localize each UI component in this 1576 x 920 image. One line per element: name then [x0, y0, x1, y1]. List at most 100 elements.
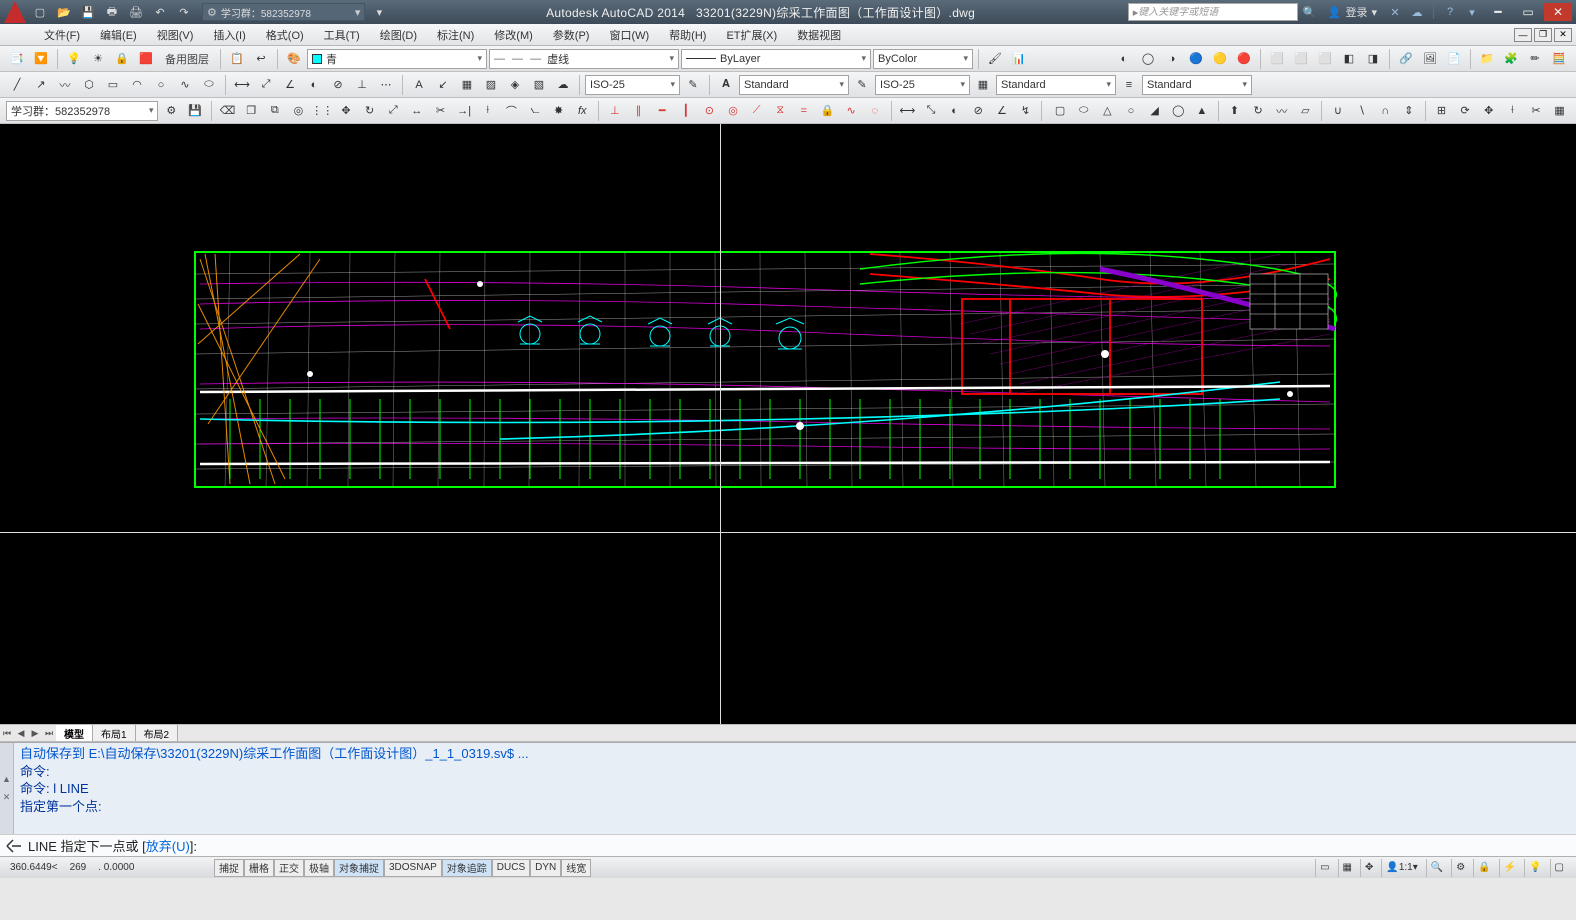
hw-accel-icon[interactable]: ⚡	[1499, 859, 1520, 877]
solid-sphere-icon[interactable]: ○	[1120, 100, 1142, 122]
cmd-close-icon[interactable]: ✕	[3, 792, 11, 803]
wireframe-icon[interactable]: ◯	[1137, 48, 1159, 70]
tab-prev-icon[interactable]: ◀	[14, 726, 28, 740]
dimstyle-edit-icon[interactable]: ✎	[682, 74, 704, 96]
region-icon[interactable]: ◈	[504, 74, 526, 96]
chamfer-icon[interactable]: ⦦	[524, 100, 546, 122]
3dmove-icon[interactable]: ✥	[1478, 100, 1500, 122]
solid-torus-icon[interactable]: ◯	[1167, 100, 1189, 122]
dc-convert-icon[interactable]: ↯	[1015, 100, 1037, 122]
workspace-combo[interactable]: 学习群：582352978▾	[6, 101, 158, 121]
mleader-combo[interactable]: ISO-25▾	[875, 75, 970, 95]
hatch-icon[interactable]: ▨	[480, 74, 502, 96]
anno-scale[interactable]: 👤 1:1 ▾	[1381, 859, 1421, 877]
sheet-icon[interactable]: 📁	[1476, 48, 1498, 70]
dimcont-icon[interactable]: ⋯	[375, 74, 397, 96]
mlstyle-combo[interactable]: Standard▾	[1142, 75, 1252, 95]
explode-icon[interactable]: ✸	[548, 100, 570, 122]
cmd-scroll-up-icon[interactable]: ▲	[2, 774, 11, 784]
clean-screen-icon[interactable]: ▢	[1550, 859, 1568, 877]
a360-icon[interactable]: ☁	[1407, 3, 1427, 21]
realistic-icon[interactable]: 🔵	[1185, 48, 1207, 70]
tab-layout1[interactable]: 布局1	[93, 725, 136, 741]
shade-icon[interactable]: ◐	[1113, 48, 1135, 70]
tab-layout2[interactable]: 布局2	[136, 725, 179, 741]
layer-prev-icon[interactable]: ↩	[250, 48, 272, 70]
qat-workspace-combo[interactable]: ⚙ ▾	[202, 3, 365, 21]
quickcalc-icon[interactable]: 🧮	[1548, 48, 1570, 70]
hidden-icon[interactable]: ◑	[1161, 48, 1183, 70]
toggle-ducs[interactable]: DUCS	[492, 859, 530, 877]
gc-tangent-icon[interactable]: ⊙	[699, 100, 721, 122]
ws-switch-icon[interactable]: ⚙	[1451, 859, 1469, 877]
help-icon[interactable]: ?	[1440, 3, 1460, 21]
dimord-icon[interactable]: ⊥	[351, 74, 373, 96]
revolve-icon[interactable]: ↻	[1247, 100, 1269, 122]
stretch-icon[interactable]: ↔	[406, 100, 428, 122]
ellipse-icon[interactable]: ⬭	[198, 74, 220, 96]
gc-vertical-icon[interactable]: ┃	[675, 100, 697, 122]
solid-cone-icon[interactable]: △	[1097, 100, 1119, 122]
gc-concentric-icon[interactable]: ◎	[722, 100, 744, 122]
dc-diameter-icon[interactable]: ⊘	[967, 100, 989, 122]
menu-modify[interactable]: 修改(M)	[484, 24, 543, 45]
mdi-min-button[interactable]: —	[1514, 28, 1532, 42]
gc-smooth-icon[interactable]: ∿	[840, 100, 862, 122]
layer-color-icon[interactable]: 🟥	[135, 48, 157, 70]
view-iso-icon[interactable]: ◧	[1338, 48, 1360, 70]
gc-coincident-icon[interactable]: ◌	[864, 100, 886, 122]
tab-next-icon[interactable]: ▶	[28, 726, 42, 740]
markup-icon[interactable]: ✏	[1524, 48, 1546, 70]
view-top-icon[interactable]: ⬜	[1266, 48, 1288, 70]
menu-view[interactable]: 视图(V)	[147, 24, 204, 45]
minimize-button[interactable]: ━	[1484, 3, 1512, 21]
qat-more-icon[interactable]: ▾	[369, 2, 389, 22]
fillet-icon[interactable]: ⌒	[501, 100, 523, 122]
conceptual-icon[interactable]: 🟡	[1209, 48, 1231, 70]
wipeout-icon[interactable]: ▧	[528, 74, 550, 96]
anno-vis-icon[interactable]: 🔍	[1426, 859, 1447, 877]
line-icon[interactable]: ╱	[6, 74, 28, 96]
polygon-icon[interactable]: ⬡	[78, 74, 100, 96]
command-input-row[interactable]: LINE 指定下一点或 [放弃(U)]:	[0, 834, 1576, 856]
tab-first-icon[interactable]: ⏮	[0, 726, 14, 740]
solid-wedge-icon[interactable]: ◢	[1144, 100, 1166, 122]
loft-icon[interactable]: ▱	[1295, 100, 1317, 122]
print-icon[interactable]: 🖨	[126, 2, 146, 22]
spline-icon[interactable]: ∿	[174, 74, 196, 96]
app-logo-icon[interactable]	[4, 1, 26, 23]
dc-radial-icon[interactable]: ◐	[944, 100, 966, 122]
mlstyle-icon[interactable]: ≡	[1118, 74, 1140, 96]
toggle-snap[interactable]: 捕捉	[214, 859, 244, 877]
sweep-icon[interactable]: 〰	[1271, 100, 1293, 122]
fx-icon[interactable]: fx	[571, 100, 593, 122]
help-dropdown-icon[interactable]: ▾	[1462, 3, 1482, 21]
break-icon[interactable]: ⟊	[477, 100, 499, 122]
gc-fix-icon[interactable]: 🔒	[817, 100, 839, 122]
scale-icon[interactable]: ⤢	[382, 100, 404, 122]
exchange-icon[interactable]: ✕	[1385, 3, 1405, 21]
gc-horizontal-icon[interactable]: ━	[651, 100, 673, 122]
trim-icon[interactable]: ✂	[430, 100, 452, 122]
layer-props-icon[interactable]: 📑	[6, 48, 28, 70]
toggle-otrack[interactable]: 对象追踪	[442, 859, 492, 877]
leader-icon[interactable]: ↙	[432, 74, 454, 96]
union-icon[interactable]: ∪	[1327, 100, 1349, 122]
shaded-icon[interactable]: 🔴	[1233, 48, 1255, 70]
dc-aligned-icon[interactable]: ⤡	[920, 100, 942, 122]
rect-icon[interactable]: ▭	[102, 74, 124, 96]
drawing-canvas[interactable]	[0, 124, 1576, 724]
extend-icon[interactable]: →|	[453, 100, 475, 122]
dc-angular-icon[interactable]: ∠	[991, 100, 1013, 122]
ws-save-icon[interactable]: 💾	[184, 100, 206, 122]
mdi-close-button[interactable]: ✕	[1554, 28, 1572, 42]
erase-icon[interactable]: ⌫	[217, 100, 239, 122]
extrude-icon[interactable]: ⬆	[1224, 100, 1246, 122]
saveas-icon[interactable]: 🖶	[102, 2, 122, 22]
tablestyle-combo[interactable]: Standard▾	[996, 75, 1116, 95]
new-icon[interactable]: ▢	[30, 2, 50, 22]
toggle-dyn[interactable]: DYN	[530, 859, 561, 877]
textstyle-icon[interactable]: 𝐀	[715, 74, 737, 96]
presspull-icon[interactable]: ⇕	[1398, 100, 1420, 122]
arc-icon[interactable]: ◠	[126, 74, 148, 96]
